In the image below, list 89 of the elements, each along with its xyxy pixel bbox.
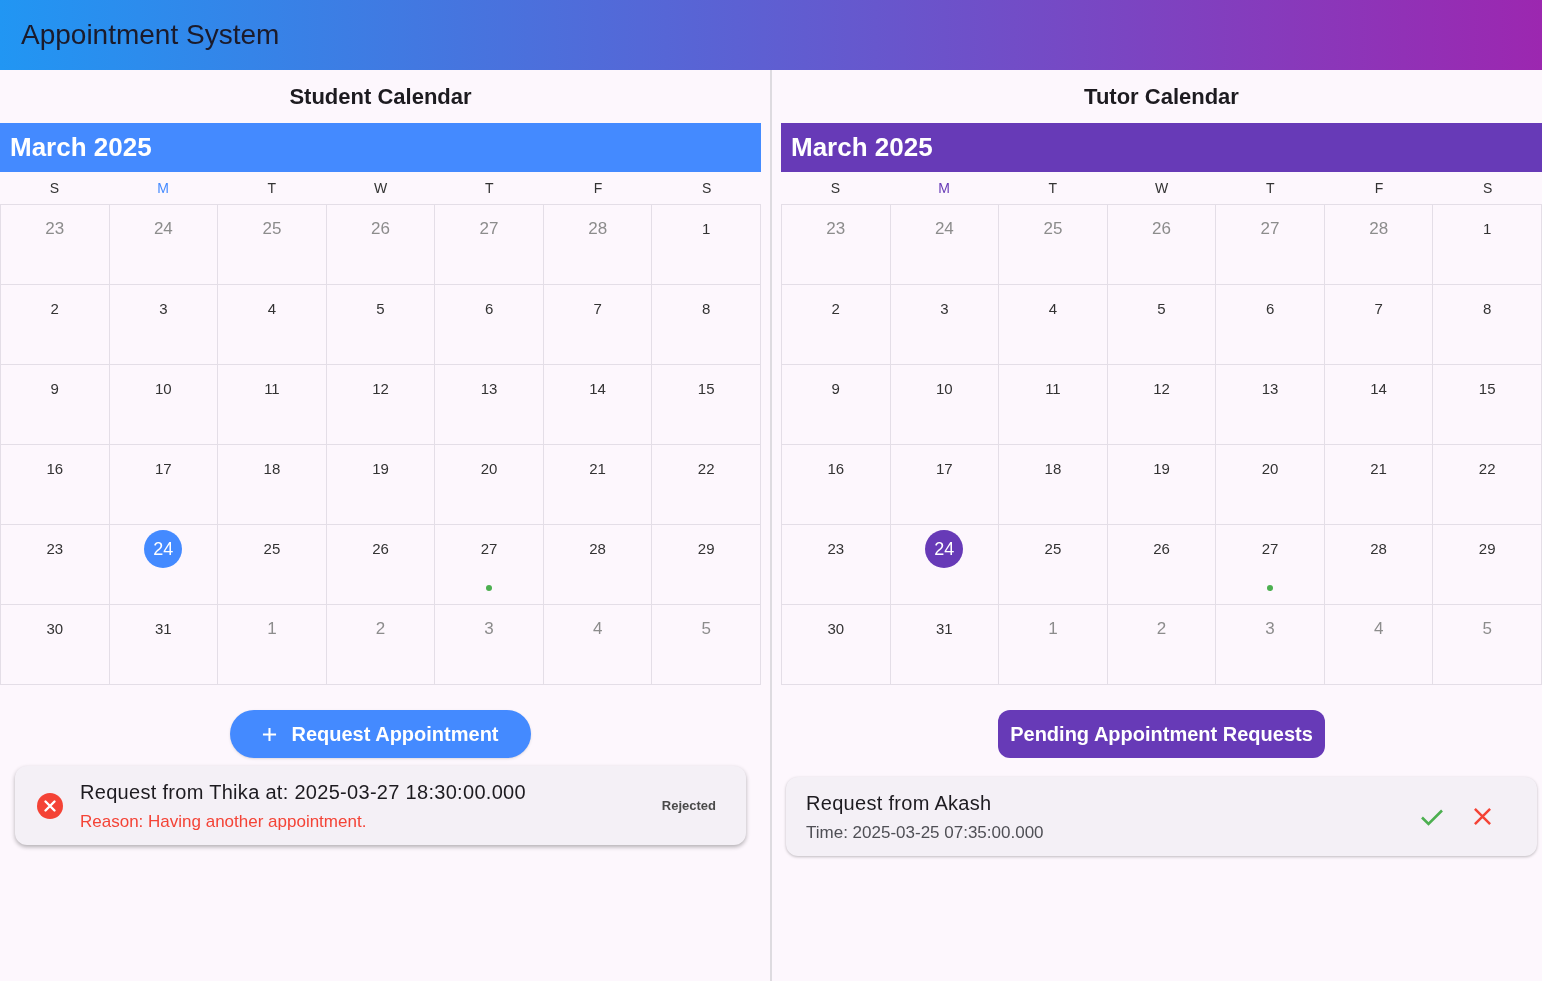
selected-day-number[interactable]: 24	[925, 530, 964, 568]
weekday-label: S	[49, 178, 59, 198]
plus-icon	[262, 726, 278, 742]
day-number[interactable]: 14	[589, 377, 606, 401]
month-title: March 2025	[10, 131, 152, 164]
day-number[interactable]: 27	[480, 537, 498, 561]
day-number[interactable]: 30	[46, 617, 64, 641]
day-number[interactable]: 29	[697, 537, 715, 561]
day-number[interactable]: 17	[936, 457, 953, 481]
request-title: Request from Akash	[806, 790, 993, 816]
day-number[interactable]: 27	[1261, 537, 1279, 561]
day-number[interactable]: 10	[936, 377, 953, 401]
day-number[interactable]: 16	[46, 457, 64, 481]
day-number[interactable]: 14	[1370, 377, 1387, 401]
day-number[interactable]: 13	[480, 377, 498, 401]
panel-title: Student Calendar	[289, 83, 472, 111]
request-title: Request from Thika at: 2025-03-27 18:30:00.000	[80, 779, 527, 805]
weekday-label: S	[1482, 178, 1493, 198]
weekday-label: T	[267, 178, 277, 198]
day-number[interactable]: 31	[936, 617, 953, 641]
month-title: March 2025	[791, 131, 933, 164]
check-icon	[1420, 807, 1444, 826]
day-number[interactable]: 28	[1370, 537, 1387, 561]
day-number[interactable]: 7	[1374, 297, 1383, 321]
day-number[interactable]: 15	[697, 377, 715, 401]
day-number[interactable]: 31	[155, 617, 172, 641]
day-number[interactable]: 5	[376, 297, 385, 321]
day-number[interactable]: 21	[1370, 457, 1387, 481]
app-title: Appointment System	[21, 18, 280, 52]
day-number[interactable]: 21	[589, 457, 606, 481]
day-number[interactable]: 11	[264, 377, 280, 401]
close-icon	[1472, 807, 1492, 826]
day-number[interactable]: 22	[697, 457, 715, 481]
day-number[interactable]: 22	[1478, 457, 1496, 481]
weekday-label: M	[157, 178, 169, 198]
weekday-label: S	[830, 178, 840, 198]
day-number[interactable]: 3	[159, 297, 168, 321]
day-number[interactable]: 8	[702, 297, 711, 321]
day-number[interactable]: 4	[267, 297, 277, 321]
day-number[interactable]: 1	[1483, 217, 1492, 241]
day-number[interactable]: 2	[50, 297, 59, 321]
day-number[interactable]: 3	[940, 297, 949, 321]
day-number[interactable]: 5	[1157, 297, 1166, 321]
day-number[interactable]: 20	[1261, 457, 1279, 481]
weekday-label: F	[593, 178, 603, 198]
day-number[interactable]: 30	[827, 617, 845, 641]
day-number[interactable]: 19	[1153, 457, 1170, 481]
day-number[interactable]: 29	[1478, 537, 1496, 561]
day-number[interactable]: 17	[155, 457, 172, 481]
day-number[interactable]: 25	[1044, 537, 1062, 561]
day-number[interactable]: 13	[1261, 377, 1279, 401]
day-number[interactable]: 12	[1153, 377, 1170, 401]
day-number[interactable]: 6	[484, 297, 494, 321]
day-number[interactable]: 2	[831, 297, 840, 321]
weekday-label: T	[1048, 178, 1058, 198]
day-number[interactable]: 8	[1483, 297, 1492, 321]
day-number[interactable]: 4	[1048, 297, 1058, 321]
pending-requests-button[interactable]: Pending Appointment Requests	[998, 710, 1325, 758]
day-number[interactable]: 12	[372, 377, 389, 401]
weekday-label: F	[1374, 178, 1384, 198]
day-number[interactable]: 1	[702, 217, 711, 241]
day-number[interactable]: 18	[1044, 457, 1062, 481]
day-number[interactable]: 9	[831, 377, 840, 401]
day-number[interactable]: 10	[155, 377, 172, 401]
day-number[interactable]: 19	[372, 457, 389, 481]
weekday-label: M	[938, 178, 950, 198]
day-number[interactable]: 20	[480, 457, 498, 481]
day-number[interactable]: 23	[827, 537, 845, 561]
day-number[interactable]: 9	[50, 377, 59, 401]
day-number[interactable]: 15	[1478, 377, 1496, 401]
weekday-label: S	[701, 178, 712, 198]
weekday-label: W	[1154, 178, 1169, 198]
weekday-label: T	[1265, 178, 1275, 198]
weekday-label: T	[484, 178, 494, 198]
day-number[interactable]: 26	[1153, 537, 1170, 561]
day-number[interactable]: 25	[263, 537, 281, 561]
day-number[interactable]: 16	[827, 457, 845, 481]
status-label: Rejected	[661, 796, 716, 815]
day-number[interactable]: 7	[593, 297, 602, 321]
request-time: Time: 2025-03-25 07:35:00.000	[806, 821, 1045, 844]
day-number[interactable]: 26	[372, 537, 389, 561]
day-number[interactable]: 11	[1045, 377, 1061, 401]
weekday-label: W	[373, 178, 388, 198]
request-reason: Reason: Having another appointment.	[80, 810, 368, 833]
day-number[interactable]: 28	[589, 537, 606, 561]
day-number[interactable]: 23	[46, 537, 64, 561]
panel-title: Tutor Calendar	[1084, 83, 1239, 111]
day-number[interactable]: 18	[263, 457, 281, 481]
day-number[interactable]: 6	[1265, 297, 1275, 321]
